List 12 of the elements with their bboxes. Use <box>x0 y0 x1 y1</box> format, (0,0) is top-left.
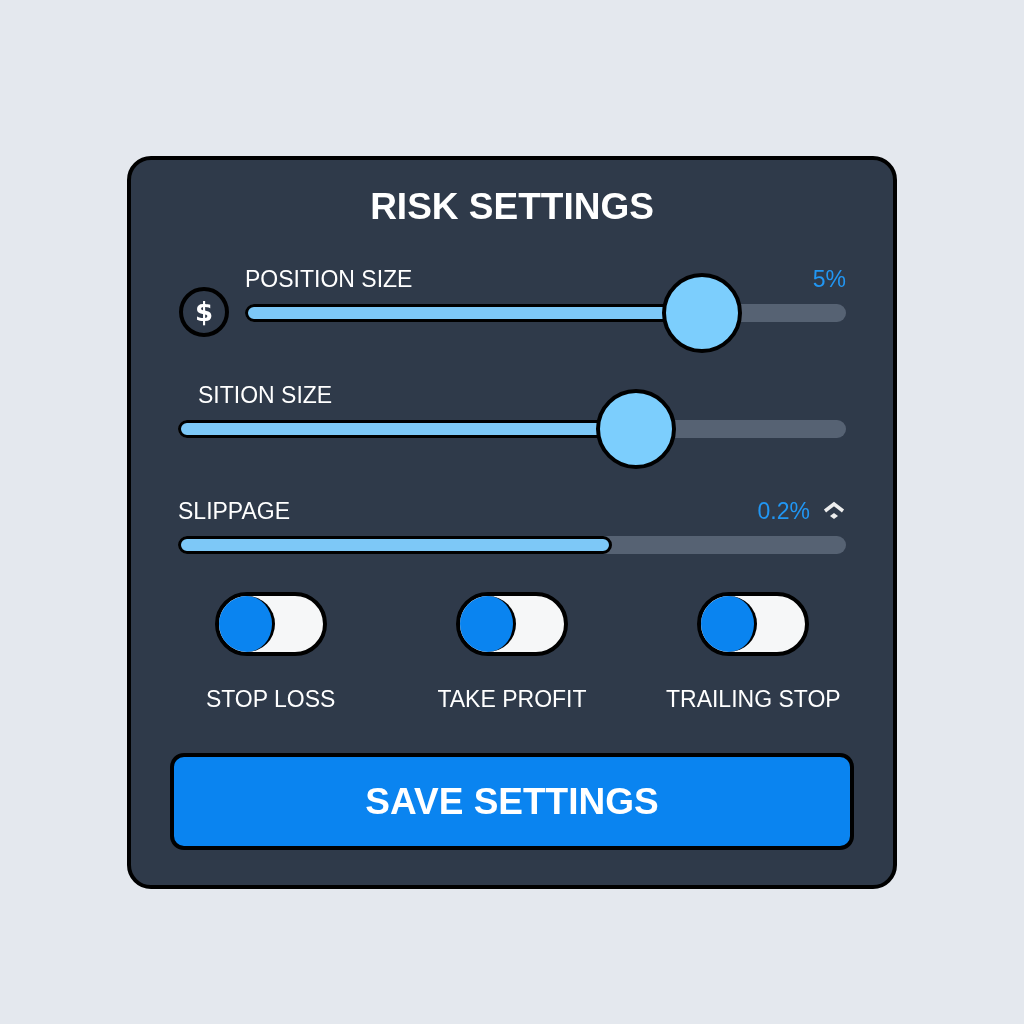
toggle-label: TAKE PROFIT <box>437 686 587 713</box>
slider-value: 0.2% <box>757 497 810 525</box>
dollar-icon: $ <box>178 286 230 338</box>
slider-label: POSITION SIZE <box>245 265 413 293</box>
slider-label: SITION SIZE <box>197 381 333 409</box>
chevron-up-icon[interactable] <box>822 501 846 521</box>
slider-label: SLIPPAGE <box>178 497 291 525</box>
panel-title: RISK SETTINGS <box>369 186 655 228</box>
slider-value: 5% <box>812 265 846 293</box>
save-button[interactable]: SAVE SETTINGS <box>170 753 854 850</box>
toggle-label: STOP LOSS <box>205 686 336 713</box>
toggle-label: TRAILING STOP <box>666 686 841 713</box>
